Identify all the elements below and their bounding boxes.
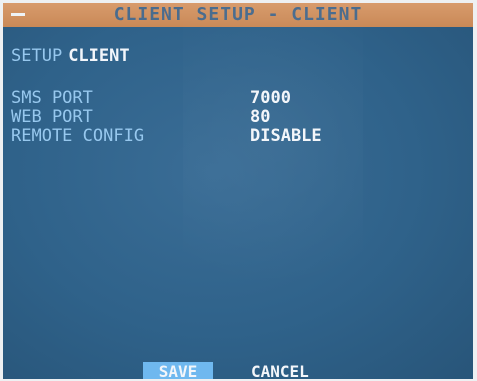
screen-glare <box>183 3 363 379</box>
action-bar: SAVE CANCEL <box>3 362 473 379</box>
title-bar: CLIENT SETUP - CLIENT <box>3 3 473 27</box>
web-port-label: WEB PORT <box>11 107 93 127</box>
window-title: CLIENT SETUP - CLIENT <box>113 4 363 25</box>
remote-config-value[interactable]: DISABLE <box>250 127 322 145</box>
cancel-button[interactable]: CANCEL <box>251 362 309 379</box>
title-dash-mark <box>11 13 25 16</box>
section-prefix: SETUP <box>11 46 63 66</box>
section-name: CLIENT <box>68 46 130 66</box>
client-setup-screen: CLIENT SETUP - CLIENT SETUP CLIENT SMS PO… <box>3 3 473 379</box>
save-button[interactable]: SAVE <box>143 362 213 379</box>
section-heading: SETUP CLIENT <box>11 46 130 66</box>
web-port-value[interactable]: 80 <box>250 108 270 126</box>
remote-config-label: REMOTE CONFIG <box>11 126 145 146</box>
sms-port-value[interactable]: 7000 <box>250 89 291 107</box>
monitor-frame: CLIENT SETUP - CLIENT SETUP CLIENT SMS PO… <box>0 0 477 381</box>
sms-port-label: SMS PORT <box>11 88 93 108</box>
